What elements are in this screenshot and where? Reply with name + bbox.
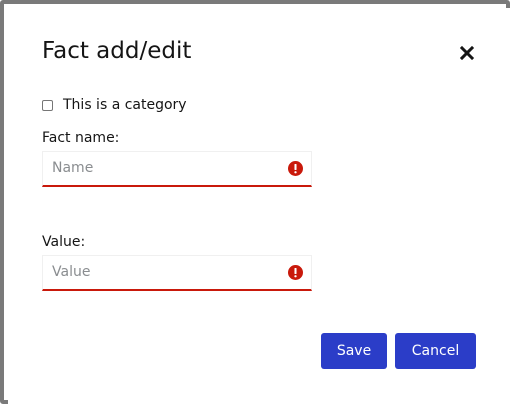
exclamation-circle-icon <box>288 161 303 176</box>
value-placeholder: Value <box>52 264 91 280</box>
value-label: Value: <box>42 234 86 250</box>
dialog-title: Fact add/edit <box>42 38 192 64</box>
fact-name-input[interactable]: Name <box>42 151 312 187</box>
close-icon <box>460 46 474 60</box>
exclamation-circle-icon <box>288 265 303 280</box>
category-checkbox-label: This is a category <box>63 97 187 113</box>
value-input[interactable]: Value <box>42 255 312 291</box>
close-button[interactable] <box>456 42 478 64</box>
fact-dialog: Fact add/edit This is a category Fact na… <box>8 8 510 404</box>
fact-name-placeholder: Name <box>52 160 94 176</box>
category-checkbox[interactable] <box>42 99 53 111</box>
modal-frame: Fact add/edit This is a category Fact na… <box>0 0 510 404</box>
cancel-button[interactable]: Cancel <box>395 333 476 369</box>
category-checkbox-row[interactable]: This is a category <box>42 97 187 113</box>
save-button[interactable]: Save <box>321 333 387 369</box>
fact-name-label: Fact name: <box>42 130 120 146</box>
